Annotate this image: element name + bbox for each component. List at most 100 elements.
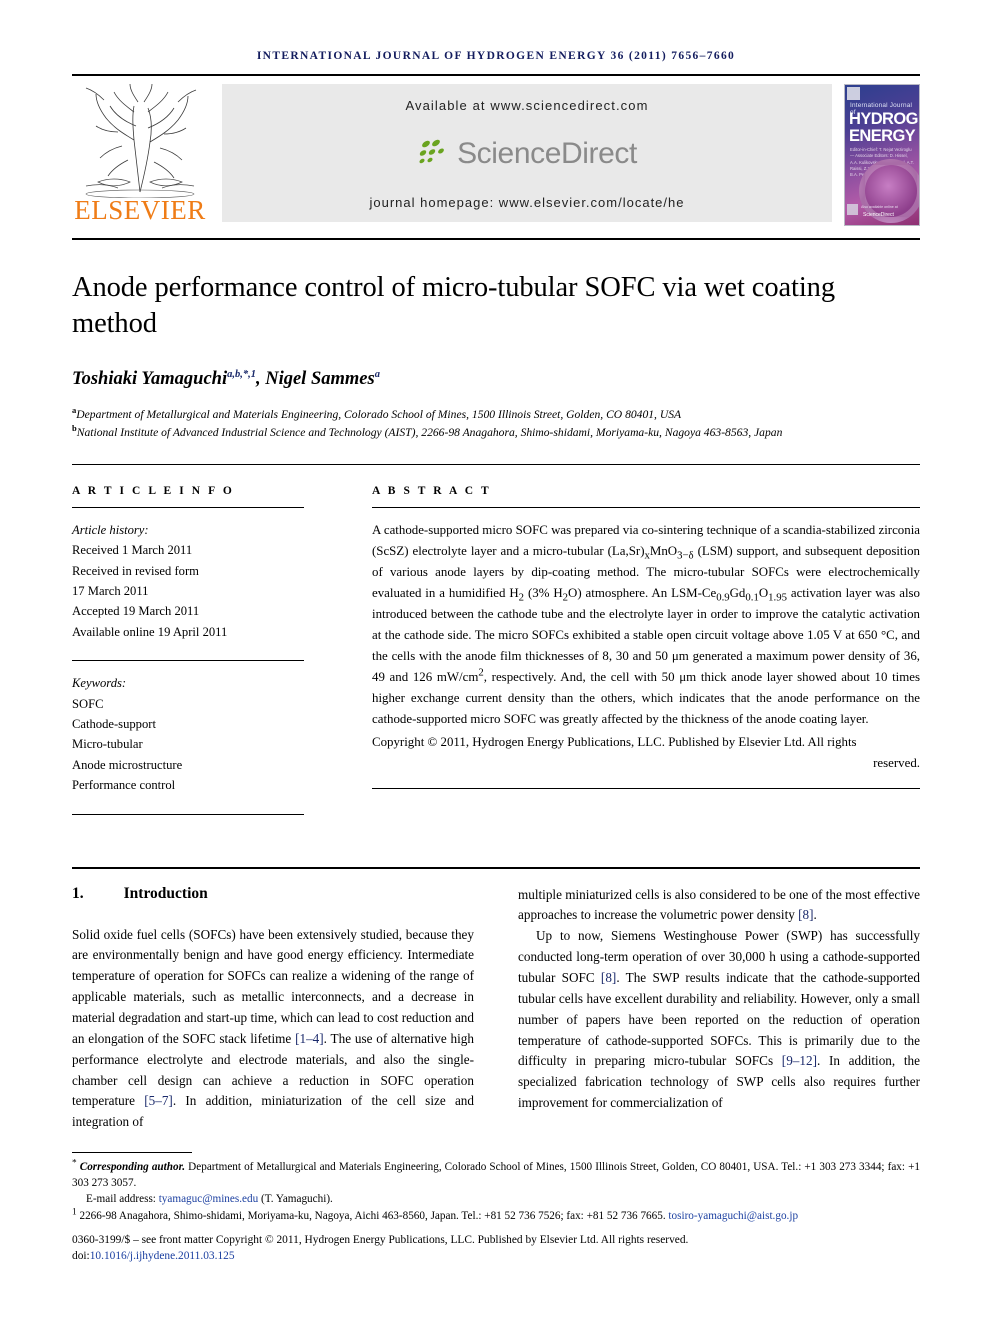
keyword-item: Cathode-support (72, 717, 156, 731)
paragraph: Solid oxide fuel cells (SOFCs) have been… (72, 925, 474, 1134)
article-info-divider (72, 660, 304, 662)
affiliation-b: bNational Institute of Advanced Industri… (72, 424, 920, 442)
author-1-affiliation-markers: a,b,*,1 (227, 368, 256, 380)
keyword-item: Performance control (72, 778, 176, 793)
article-info-bottom-rule (72, 813, 304, 815)
citation-ref[interactable]: [1–4] (295, 1031, 324, 1046)
elsevier-wordmark: ELSEVIER (74, 195, 206, 225)
affiliation-b-text: National Institute of Advanced Industria… (76, 425, 783, 439)
article-history: Article history: Received 1 March 2011 R… (72, 520, 304, 642)
article-history-item: Available online 19 April 2011 (72, 624, 228, 639)
paragraph: multiple miniaturized cells is also cons… (518, 885, 920, 927)
article-history-item: Received 1 March 2011 (72, 543, 193, 558)
abstract-copyright: Copyright © 2011, Hydrogen Energy Public… (372, 732, 920, 774)
abstract-sub: 0.1 (745, 591, 759, 604)
abstract-sub: 1.95 (768, 591, 787, 604)
affiliation-a-text: Department of Metallurgical and Material… (76, 407, 682, 421)
section-title: Introduction (123, 884, 208, 902)
footnote-corresponding-label: Corresponding author. (79, 1161, 186, 1173)
abstract-copyright-last: reserved. (873, 756, 920, 771)
citation-ref[interactable]: [5–7] (144, 1093, 173, 1108)
keyword-item: Anode microstructure (72, 757, 183, 772)
cover-badge-bottom-icon (847, 204, 858, 215)
keyword-item: Micro-tubular (72, 737, 143, 752)
affiliation-a: aDepartment of Metallurgical and Materia… (72, 406, 920, 424)
paragraph-seg: Solid oxide fuel cells (SOFCs) have been… (72, 926, 474, 1046)
abstract-seg: O) atmosphere. An LSM-Ce (568, 585, 717, 600)
journal-cover-thumbnail: International Journal of HYDROGEN ENERGY… (844, 84, 920, 226)
footnote-note-1: 1 2266-98 Anagahora, Shimo-shidami, Mori… (72, 1207, 920, 1224)
article-history-item: Received in revised form (72, 563, 199, 578)
journal-homepage-line[interactable]: journal homepage: www.elsevier.com/locat… (370, 195, 685, 210)
article-info-heading-rule (72, 506, 304, 508)
footnote-corresponding-text: Department of Metallurgical and Material… (72, 1161, 920, 1190)
sciencedirect-wordmark: ScienceDirect (457, 137, 637, 170)
info-abstract-grid: A R T I C L E I N F O Article history: R… (72, 485, 920, 827)
cover-sd-note: Also available online at (861, 205, 898, 209)
article-info-column: A R T I C L E I N F O Article history: R… (72, 485, 304, 827)
header-rule (72, 74, 920, 76)
keywords-label: Keywords: (72, 676, 127, 691)
masthead-bottom-rule (72, 238, 920, 240)
author-separator: , (255, 368, 266, 389)
section-heading-introduction: 1. Introduction (72, 885, 474, 903)
elsevier-logo: ELSEVIER (72, 80, 208, 226)
email-suffix: (T. Yamaguchi). (258, 1193, 333, 1206)
body-columns: 1. Introduction Solid oxide fuel cells (… (72, 885, 920, 1134)
author-1-name: Toshiaki Yamaguchi (72, 368, 228, 389)
doi-value[interactable]: 10.1016/j.ijhydene.2011.03.125 (90, 1250, 235, 1262)
paper-page: International Journal of Hydrogen Energy… (0, 0, 992, 1323)
footnote-rule (72, 1152, 192, 1153)
sciencedirect-logo[interactable]: ScienceDirect (417, 137, 637, 171)
article-info-heading: A R T I C L E I N F O (72, 484, 235, 497)
body-section: 1. Introduction Solid oxide fuel cells (… (72, 866, 920, 1134)
article-history-item: 17 March 2011 (72, 584, 149, 599)
email-link[interactable]: tyamaguc@mines.edu (159, 1193, 258, 1205)
abstract-copyright-main: Copyright © 2011, Hydrogen Energy Public… (372, 735, 857, 750)
abstract-seg: MnO (649, 543, 678, 558)
keywords: Keywords: SOFC Cathode-support Micro-tub… (72, 673, 304, 795)
page-title: Anode performance control of micro-tubul… (72, 272, 835, 340)
doi-label: doi: (72, 1250, 90, 1263)
abstract-heading: A B S T R A C T (372, 484, 492, 497)
footnote-note-1-text: 2266-98 Anagahora, Shimo-shidami, Moriya… (76, 1209, 669, 1222)
cover-sd-label: ScienceDirect (863, 212, 894, 218)
article-history-label: Article history: (72, 522, 149, 537)
abstract-column: A B S T R A C T A cathode-supported micr… (372, 485, 920, 827)
body-column-left: 1. Introduction Solid oxide fuel cells (… (72, 885, 474, 1134)
journal-masthead: ELSEVIER Available at www.sciencedirect.… (72, 80, 920, 226)
article-history-item: Accepted 19 March 2011 (72, 604, 200, 619)
email-label: E-mail address: (86, 1193, 156, 1206)
abstract-seg: (3% H (524, 585, 563, 600)
sciencedirect-leaf-icon (419, 139, 444, 164)
title-block: Anode performance control of micro-tubul… (72, 270, 920, 442)
cover-badge-top-icon (847, 87, 860, 100)
column-gap (304, 485, 372, 827)
affiliations: aDepartment of Metallurgical and Materia… (72, 406, 920, 442)
abstract-seg: O (758, 585, 769, 600)
citation-ref[interactable]: [9–12] (782, 1053, 817, 1068)
doi-line: doi:10.1016/j.ijhydene.2011.03.125 (72, 1248, 920, 1265)
abstract-sub: 3−δ (677, 549, 694, 562)
abstract-text: A cathode-supported micro SOFC was prepa… (372, 520, 920, 730)
abstract-bottom-rule (372, 788, 920, 790)
title-bottom-rule (72, 463, 920, 465)
footnote-note-1-link[interactable]: tosiro-yamaguchi@aist.go.jp (668, 1210, 798, 1222)
issn-copyright-text: 0360-3199/$ – see front matter Copyright… (72, 1233, 689, 1246)
abstract-seg: Gd (729, 585, 746, 600)
paragraph-seg: . (813, 907, 817, 923)
author-list: Toshiaki Yamaguchia,b,*,1, Nigel Sammesa (72, 369, 920, 390)
author-2-name: Nigel Sammes (265, 368, 375, 389)
body-top-rule (72, 866, 920, 869)
available-at-line: Available at www.sciencedirect.com (405, 98, 649, 113)
abstract-sub: 0.9 (716, 591, 730, 604)
footnote-corresponding-author: * Corresponding author. Department of Me… (72, 1159, 920, 1191)
section-number: 1. (72, 884, 84, 902)
citation-ref[interactable]: [8] (601, 970, 616, 985)
footnote-marker-asterisk: * (72, 1158, 77, 1169)
citation-ref[interactable]: [8] (798, 907, 813, 922)
elsevier-tree-icon (85, 83, 197, 198)
running-head: International Journal of Hydrogen Energy… (256, 50, 736, 62)
abstract-heading-rule (372, 506, 920, 508)
sciencedirect-panel: Available at www.sciencedirect.com Scien… (222, 84, 832, 222)
